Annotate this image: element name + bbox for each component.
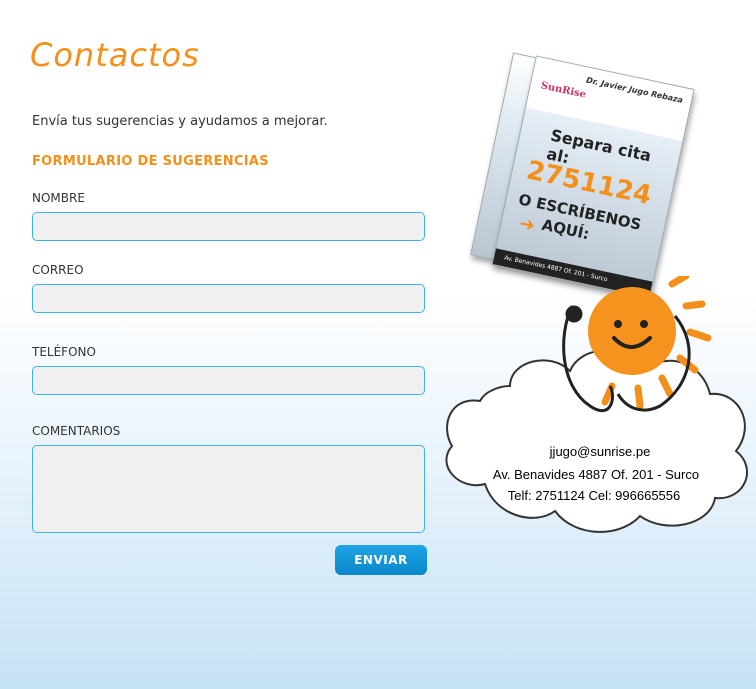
correo-label: CORREO — [32, 263, 84, 277]
contact-address: Av. Benavides 4887 Of. 201 - Surco — [493, 467, 699, 482]
nombre-label: NOMBRE — [32, 191, 85, 205]
correo-input[interactable] — [32, 284, 425, 313]
contact-email: jjugo@sunrise.pe — [549, 444, 651, 459]
intro-text: Envía tus sugerencias y ayudamos a mejor… — [32, 114, 328, 129]
page-title: Contactos — [30, 36, 200, 74]
contact-phones: Telf: 2751124 Cel: 996665556 — [508, 488, 681, 503]
flyer-brand: SunRise — [539, 80, 587, 101]
telefono-input[interactable] — [32, 366, 425, 395]
enviar-button[interactable]: ENVIAR — [335, 545, 427, 575]
form-heading: FORMULARIO DE SUGERENCIAS — [32, 154, 269, 169]
arrow-icon: ➜ — [517, 213, 537, 237]
cloud-shape — [445, 349, 748, 533]
comentarios-label: COMENTARIOS — [32, 424, 121, 438]
comentarios-textarea[interactable] — [32, 445, 425, 533]
flyer-doctor: Dr. Javier Jugo Rebaza — [585, 75, 684, 105]
cloud-sun-illustration: jjugo@sunrise.pe Av. Benavides 4887 Of. … — [445, 276, 748, 533]
nombre-input[interactable] — [32, 212, 425, 241]
telefono-label: TELÉFONO — [32, 345, 96, 359]
